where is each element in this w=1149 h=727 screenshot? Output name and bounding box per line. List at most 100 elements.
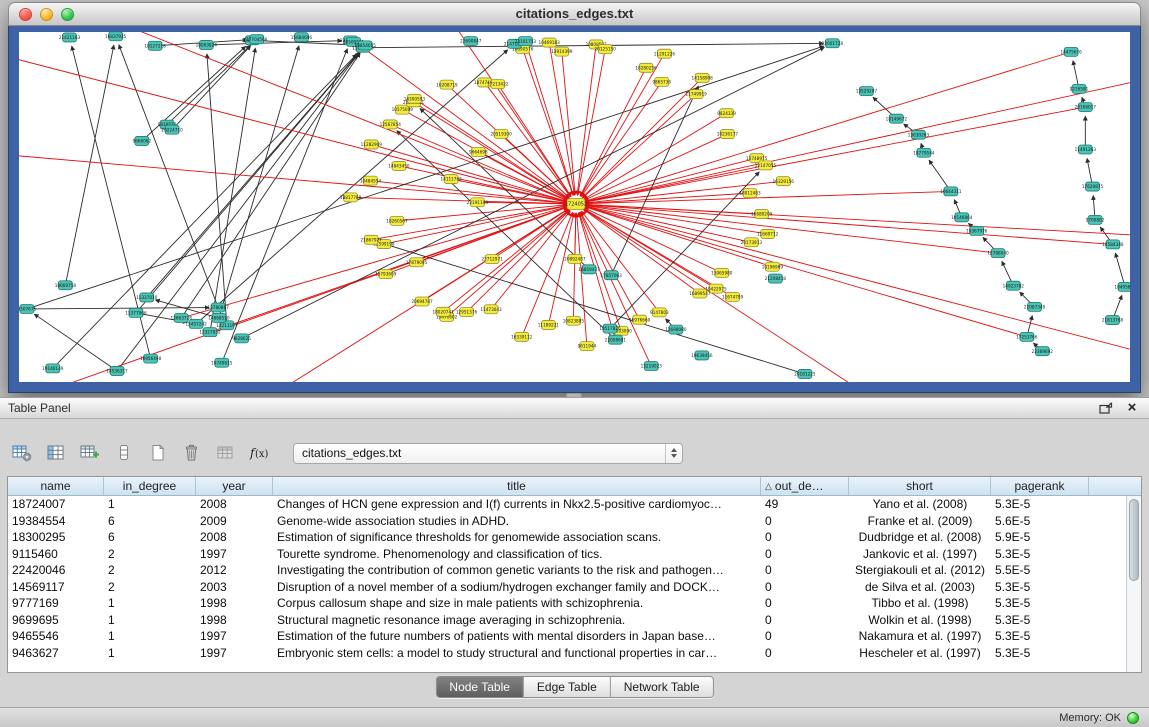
graph-node[interactable]: 18149672 bbox=[886, 114, 908, 123]
graph-node[interactable]: 10196969 bbox=[762, 262, 784, 271]
graph-node[interactable]: 9828625 bbox=[232, 334, 251, 343]
graph-node[interactable]: 9611944 bbox=[578, 342, 597, 351]
graph-node[interactable]: 12788040 bbox=[987, 249, 1009, 258]
delete-table-button[interactable] bbox=[179, 441, 205, 465]
graph-node[interactable]: 15457242 bbox=[185, 319, 207, 328]
table-row[interactable]: 1830029562008Estimation of significance … bbox=[8, 529, 1141, 546]
graph-node[interactable]: 18495889 bbox=[1114, 282, 1130, 291]
graph-node[interactable]: 10823885 bbox=[563, 316, 585, 325]
graph-node[interactable]: 11473043 bbox=[480, 305, 502, 314]
graph-node[interactable]: 9147803 bbox=[650, 308, 669, 317]
scrollbar-thumb[interactable] bbox=[1129, 499, 1139, 581]
graph-node[interactable]: 22690847 bbox=[460, 37, 482, 46]
function-builder-button[interactable]: f (x) bbox=[247, 441, 273, 465]
graph-node[interactable]: 11669712 bbox=[757, 229, 779, 238]
graph-node[interactable]: 9865736 bbox=[652, 77, 671, 86]
graph-node[interactable]: 18669758 bbox=[55, 281, 77, 290]
graph-node[interactable]: 9216581 bbox=[1070, 84, 1089, 93]
graph-node[interactable]: 12327832 bbox=[199, 328, 221, 337]
graph-node[interactable]: 11674799 bbox=[722, 292, 744, 301]
graph-node[interactable]: 20694787 bbox=[411, 297, 433, 306]
graph-node[interactable]: 17629875 bbox=[1082, 182, 1104, 191]
graph-node[interactable]: 10956498 bbox=[140, 354, 162, 363]
network-graph[interactable]: 1724052180124831668020911669712201739131… bbox=[19, 32, 1130, 382]
column-header-year[interactable]: year bbox=[196, 477, 273, 495]
new-table-button[interactable] bbox=[145, 441, 171, 465]
graph-node[interactable]: 14111762 bbox=[440, 175, 462, 184]
column-header-out_de[interactable]: △out_de… bbox=[761, 477, 849, 495]
graph-node[interactable]: 18260567 bbox=[386, 216, 408, 225]
graph-node[interactable]: 9700802 bbox=[1086, 215, 1105, 224]
table-row[interactable]: 2242004622012Investigating the contribut… bbox=[8, 562, 1141, 579]
graph-node[interactable]: 15793609 bbox=[375, 270, 397, 279]
table-row[interactable]: 969969511998Structural magnetic resonanc… bbox=[8, 612, 1141, 629]
graph-node[interactable]: 22008691 bbox=[605, 335, 627, 344]
zoom-window-button[interactable] bbox=[61, 8, 74, 21]
graph-node[interactable]: 9664698 bbox=[469, 148, 488, 157]
combo-stepper[interactable] bbox=[665, 444, 682, 463]
graph-node[interactable]: 22001728 bbox=[822, 39, 844, 48]
import-table-button[interactable] bbox=[213, 441, 239, 465]
graph-node[interactable]: 18012483 bbox=[739, 189, 761, 198]
graph-node[interactable]: 17857063 bbox=[601, 271, 623, 280]
graph-node[interactable]: 1724052 bbox=[565, 199, 587, 210]
graph-node[interactable]: 11282909 bbox=[361, 140, 383, 149]
graph-node[interactable]: 19639456 bbox=[691, 351, 713, 360]
graph-node[interactable]: 14158908 bbox=[692, 73, 714, 82]
close-panel-button[interactable]: × bbox=[1123, 400, 1141, 416]
column-header-title[interactable]: title bbox=[273, 477, 761, 495]
column-header-short[interactable]: short bbox=[849, 477, 991, 495]
graph-node[interactable]: 20224710 bbox=[161, 125, 183, 134]
network-canvas[interactable]: 1724052180124831668020911669712201739131… bbox=[19, 32, 1130, 382]
graph-node[interactable]: 12698080 bbox=[665, 325, 687, 334]
graph-node[interactable]: 20181225 bbox=[794, 369, 816, 378]
graph-node[interactable]: 14584348 bbox=[1102, 240, 1124, 249]
float-panel-button[interactable] bbox=[1097, 400, 1115, 416]
tab-network-table[interactable]: Network Table bbox=[610, 677, 713, 697]
graph-node[interactable]: 13529207 bbox=[856, 87, 878, 96]
graph-node[interactable]: 13065980 bbox=[711, 268, 733, 277]
table-options-button[interactable] bbox=[9, 441, 35, 465]
graph-node[interactable]: 20519300 bbox=[490, 129, 512, 138]
graph-node[interactable]: 16339112 bbox=[511, 332, 533, 341]
graph-node[interactable]: 20173913 bbox=[741, 238, 763, 247]
table-row[interactable]: 1872400712008Changes of HCN gene express… bbox=[8, 496, 1141, 513]
row-height-button[interactable] bbox=[111, 441, 137, 465]
graph-node[interactable]: 9824339 bbox=[717, 109, 736, 118]
table-row[interactable]: 911546021997Tourette syndrome. Phenomeno… bbox=[8, 546, 1141, 563]
graph-node[interactable]: 18063824 bbox=[196, 40, 218, 49]
graph-node[interactable]: 11291226 bbox=[654, 49, 676, 58]
graph-node[interactable]: 20166017 bbox=[1075, 103, 1097, 112]
graph-node[interactable]: 19140149 bbox=[42, 364, 64, 373]
graph-node[interactable]: 17253766 bbox=[1016, 332, 1038, 341]
table-row[interactable]: 946362711997Embryonic stem cells: a mode… bbox=[8, 645, 1141, 662]
window-titlebar[interactable]: citations_edges.txt bbox=[8, 2, 1141, 26]
graph-node[interactable]: 11749919 bbox=[686, 90, 708, 99]
graph-node[interactable]: 16837935 bbox=[105, 32, 127, 41]
graph-node[interactable]: 15684696 bbox=[291, 33, 313, 42]
graph-node[interactable]: 17213422 bbox=[487, 80, 509, 89]
tab-node-table[interactable]: Node Table bbox=[436, 677, 523, 697]
table-row[interactable]: 1456911722003Disruption of a novel membe… bbox=[8, 579, 1141, 596]
show-columns-button[interactable] bbox=[43, 441, 69, 465]
graph-node[interactable]: 11189221 bbox=[538, 320, 560, 329]
graph-node[interactable]: 13914399 bbox=[551, 47, 573, 56]
graph-node[interactable]: 22191193 bbox=[467, 198, 489, 207]
graph-node[interactable]: 13219023 bbox=[641, 362, 663, 371]
graph-node[interactable]: 21421163 bbox=[59, 33, 81, 42]
graph-node[interactable]: 22087348 bbox=[1024, 302, 1046, 311]
table-row[interactable]: 946554611997Estimation of the future num… bbox=[8, 628, 1141, 645]
edit-columns-button[interactable] bbox=[77, 441, 103, 465]
table-row[interactable]: 1938455462009Genome-wide association stu… bbox=[8, 513, 1141, 530]
graph-node[interactable]: 20892487 bbox=[564, 254, 586, 263]
graph-node[interactable]: 10644311 bbox=[940, 187, 962, 196]
network-table-select[interactable]: citations_edges.txt bbox=[293, 443, 683, 464]
graph-node[interactable]: 12951376 bbox=[456, 308, 478, 317]
column-header-pagerank[interactable]: pagerank bbox=[991, 477, 1089, 495]
graph-node[interactable]: 18817788 bbox=[340, 193, 362, 202]
graph-node[interactable]: 11377866 bbox=[125, 308, 147, 317]
graph-node[interactable]: 18779544 bbox=[913, 148, 935, 157]
graph-node[interactable]: 18127218 bbox=[144, 41, 166, 50]
graph-node[interactable]: 19749615 bbox=[211, 358, 233, 367]
graph-node[interactable]: 22389692 bbox=[1032, 347, 1054, 356]
